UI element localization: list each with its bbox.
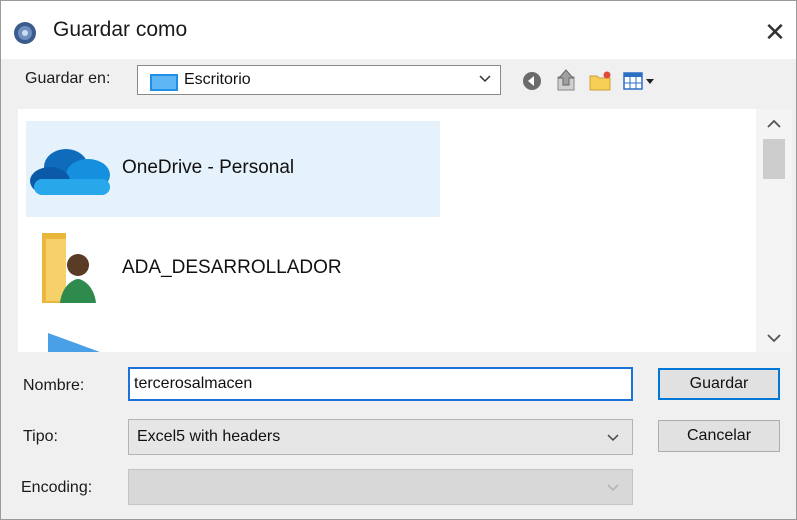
vertical-scrollbar[interactable] (756, 109, 792, 352)
new-folder-icon[interactable] (587, 68, 613, 94)
onedrive-cloud-icon (30, 149, 110, 195)
save-button[interactable]: Guardar (658, 368, 780, 400)
save-in-dropdown[interactable]: Escritorio (137, 65, 501, 95)
chevron-down-icon (607, 484, 619, 492)
save-in-value: Escritorio (184, 71, 251, 88)
file-name-input[interactable] (128, 367, 633, 401)
window-title: Guardar como (53, 18, 188, 41)
save-in-label: Guardar en: (25, 70, 111, 87)
list-item-onedrive[interactable]: OneDrive - Personal (26, 121, 440, 217)
chevron-down-icon (607, 434, 619, 442)
encoding-label: Encoding: (21, 479, 93, 496)
chevron-down-icon (479, 75, 491, 83)
user-folder-icon (42, 233, 96, 303)
title-bar: Guardar como ✕ (1, 1, 796, 59)
list-item-label: ADA_DESARROLLADOR (122, 257, 342, 278)
list-item-label: OneDrive - Personal (122, 157, 295, 178)
name-label: Nombre: (23, 377, 85, 394)
file-type-dropdown[interactable]: Excel5 with headers (128, 419, 633, 455)
view-menu-icon[interactable] (621, 68, 659, 94)
partial-item-icon (48, 333, 100, 352)
scrollbar-thumb[interactable] (763, 139, 785, 179)
list-item-partial[interactable] (26, 321, 440, 352)
desktop-folder-icon (150, 74, 178, 91)
encoding-dropdown[interactable] (128, 469, 633, 505)
up-folder-icon[interactable] (553, 68, 579, 94)
back-icon[interactable] (519, 68, 545, 94)
list-item-user-folder[interactable]: ADA_DESARROLLADOR (26, 221, 440, 317)
file-type-value: Excel5 with headers (137, 428, 281, 445)
cancel-button[interactable]: Cancelar (658, 420, 780, 452)
save-as-dialog: Guardar como ✕ Guardar en: Escritorio On… (0, 0, 797, 520)
close-button[interactable]: ✕ (758, 15, 792, 49)
type-label: Tipo: (23, 428, 58, 445)
scroll-down-icon[interactable] (765, 331, 783, 345)
scroll-up-icon[interactable] (765, 117, 783, 131)
file-list[interactable]: OneDrive - Personal ADA_DESARROLLADOR (18, 109, 792, 352)
close-icon: ✕ (764, 16, 786, 47)
app-icon (14, 22, 36, 44)
